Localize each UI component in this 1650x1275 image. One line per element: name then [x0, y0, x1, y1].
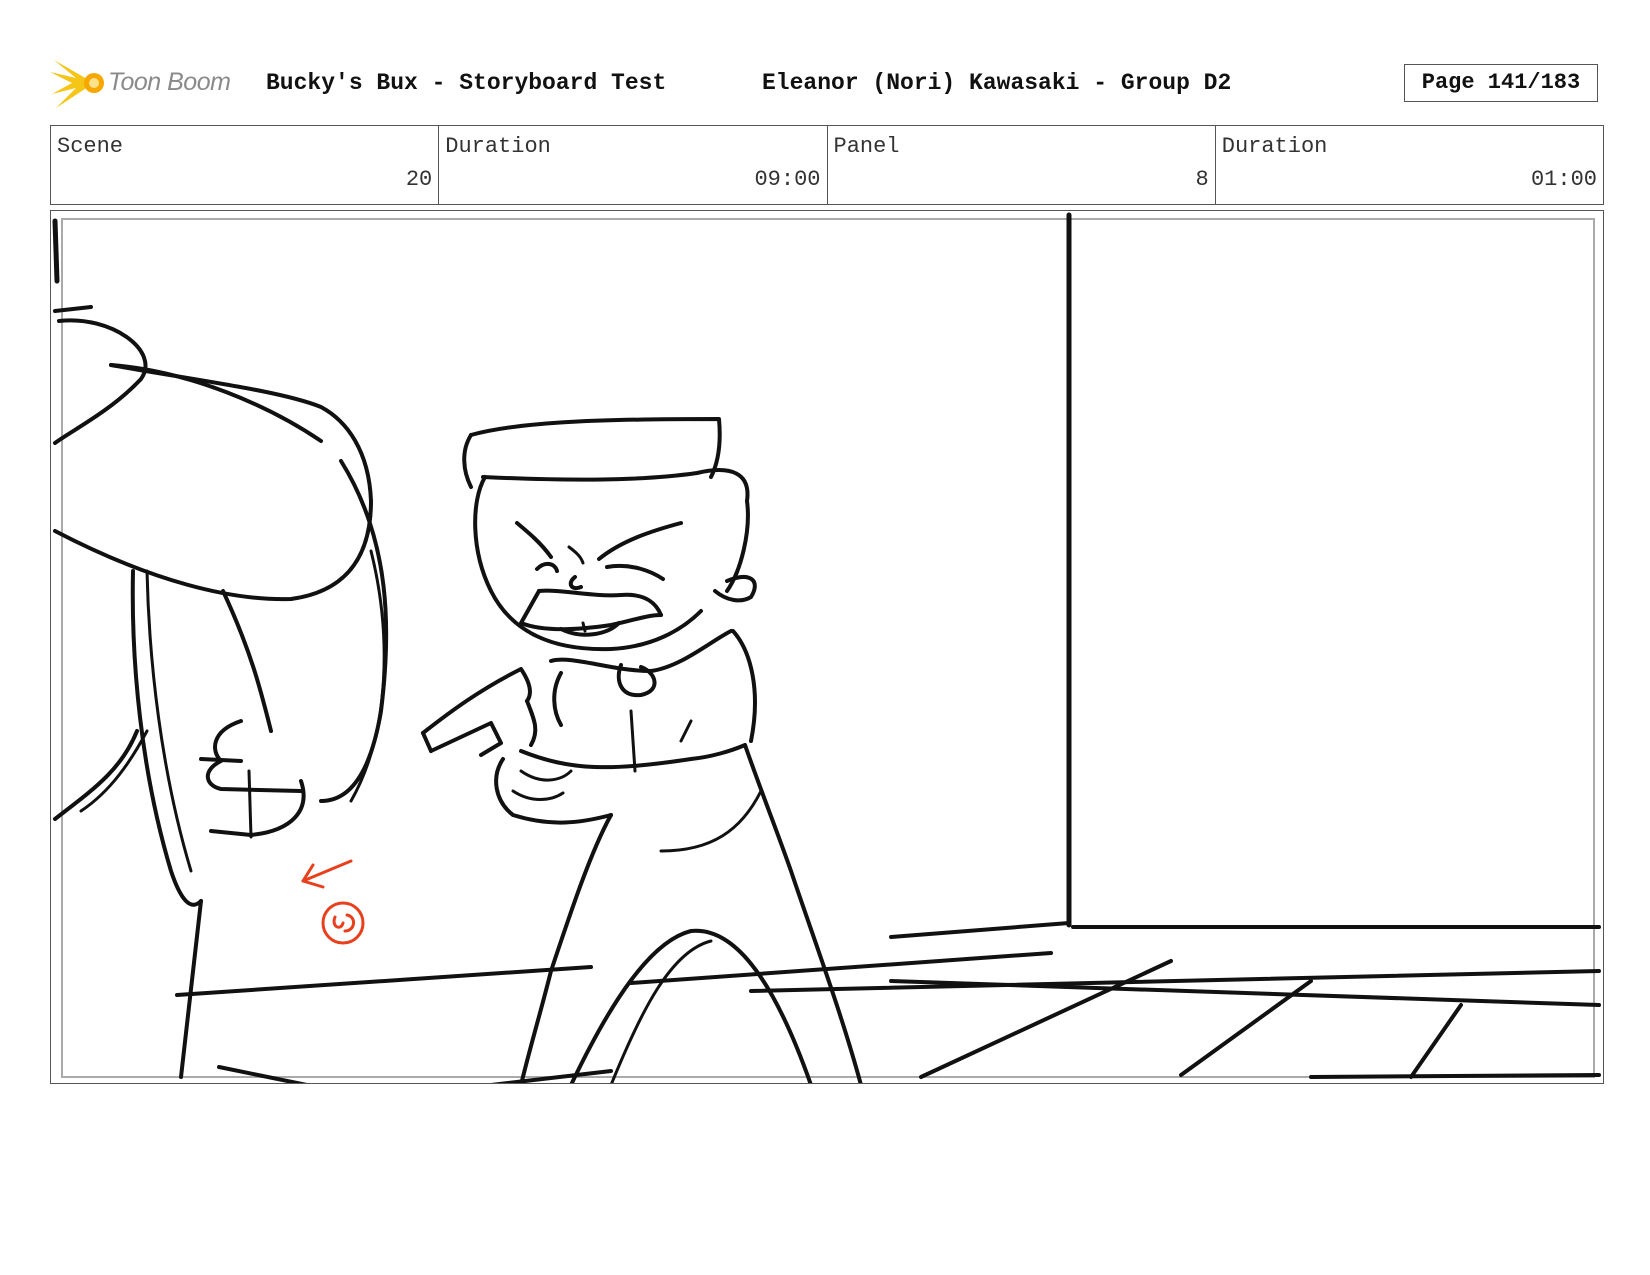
camera-annotation [301, 859, 365, 945]
kid-shirt-line-2 [679, 719, 693, 743]
project-title: Bucky's Bux - Storyboard Test [266, 70, 667, 96]
floor-diagonal-2 [1179, 979, 1313, 1077]
toon-boom-burst-icon [50, 60, 104, 108]
fg-back-curve-2 [349, 549, 386, 803]
kid-finger-2 [511, 789, 565, 801]
floor-front-line [1309, 1073, 1601, 1079]
scene-duration-value: 09:00 [754, 167, 821, 192]
fg-top-line [53, 305, 93, 313]
artist-info: Eleanor (Nori) Kawasaki - Group D2 [762, 70, 1232, 96]
fg-back-curve [319, 459, 389, 803]
kid-face-outline [473, 475, 703, 652]
floor-line-left [175, 965, 593, 997]
storyboard-panel [50, 210, 1604, 1084]
fg-hand-finger [199, 757, 243, 763]
panel-sketch [52, 212, 1601, 1083]
sketch-lines [52, 212, 1601, 1083]
annotation-mark [332, 913, 355, 933]
fg-back-arm [53, 729, 139, 821]
kid-gun-barrel-top [421, 667, 532, 735]
floor-shadow [217, 1065, 308, 1083]
kid-right-leg [743, 743, 863, 1083]
panel-duration-cell: Duration 01:00 [1216, 126, 1603, 204]
kid-crotch-arch [569, 928, 813, 1083]
page-number: Page 141/183 [1404, 64, 1598, 102]
kid-upper-lip [537, 588, 663, 617]
fg-head-curve [53, 318, 148, 445]
scene-info-table: Scene 20 Duration 09:00 Panel 8 Duration… [50, 125, 1604, 205]
kid-shirt-left [552, 671, 563, 727]
panel-cell: Panel 8 [828, 126, 1216, 204]
safe-area-frame [61, 218, 1595, 1078]
kid-right-brow [597, 521, 683, 561]
kid-right-eye [605, 564, 665, 581]
kid-hair-left [462, 433, 473, 489]
panel-value: 8 [1195, 167, 1209, 192]
fg-body-bottom [179, 899, 203, 1079]
floor-left-edge [889, 921, 1071, 939]
scene-duration-cell: Duration 09:00 [439, 126, 828, 204]
floor-diagonal-1 [919, 959, 1173, 1079]
kid-gun-grip [525, 699, 538, 747]
floor-diagonal-3 [1409, 1003, 1463, 1079]
kid-brow-crease [567, 545, 585, 565]
kid-gun-muzzle [421, 731, 433, 753]
panel-label: Panel [833, 134, 900, 159]
fg-hand [205, 719, 303, 793]
scene-duration-label: Duration [445, 134, 551, 159]
kid-hair-bottom [481, 468, 750, 503]
logo-text: Toon Boom [108, 68, 231, 96]
page-header: Toon Boom Bucky's Bux - Storyboard Test … [50, 58, 1604, 108]
kid-inner-leg [610, 939, 713, 1083]
kid-hair-top [469, 417, 722, 479]
floor-line-long [749, 969, 1601, 993]
scene-cell: Scene 20 [51, 126, 440, 204]
kid-left-brow [515, 521, 553, 559]
fg-arm-line [221, 589, 273, 733]
scene-label: Scene [57, 134, 124, 159]
kid-tooth [581, 621, 587, 633]
kid-gun-barrel-bottom [429, 721, 503, 757]
kid-left-leg [519, 813, 613, 1083]
floor-line-mid [629, 951, 1053, 985]
scene-value: 20 [405, 167, 433, 192]
toon-boom-logo: Toon Boom [50, 58, 250, 108]
fg-shoulder [53, 363, 373, 602]
fg-body-line-2 [145, 569, 193, 873]
kid-nose [568, 575, 583, 590]
panel-duration-value: 01:00 [1530, 167, 1597, 192]
kid-shirt-line [629, 709, 637, 773]
kid-finger-1 [519, 769, 573, 782]
fg-fist-line [247, 769, 253, 839]
panel-duration-label: Duration [1221, 134, 1328, 159]
floor-line-right [889, 979, 1601, 1007]
fg-edge-line [52, 218, 60, 284]
kid-left-eye [535, 562, 559, 573]
kid-shirt-right [731, 629, 757, 743]
kid-torso-fold [659, 789, 763, 853]
